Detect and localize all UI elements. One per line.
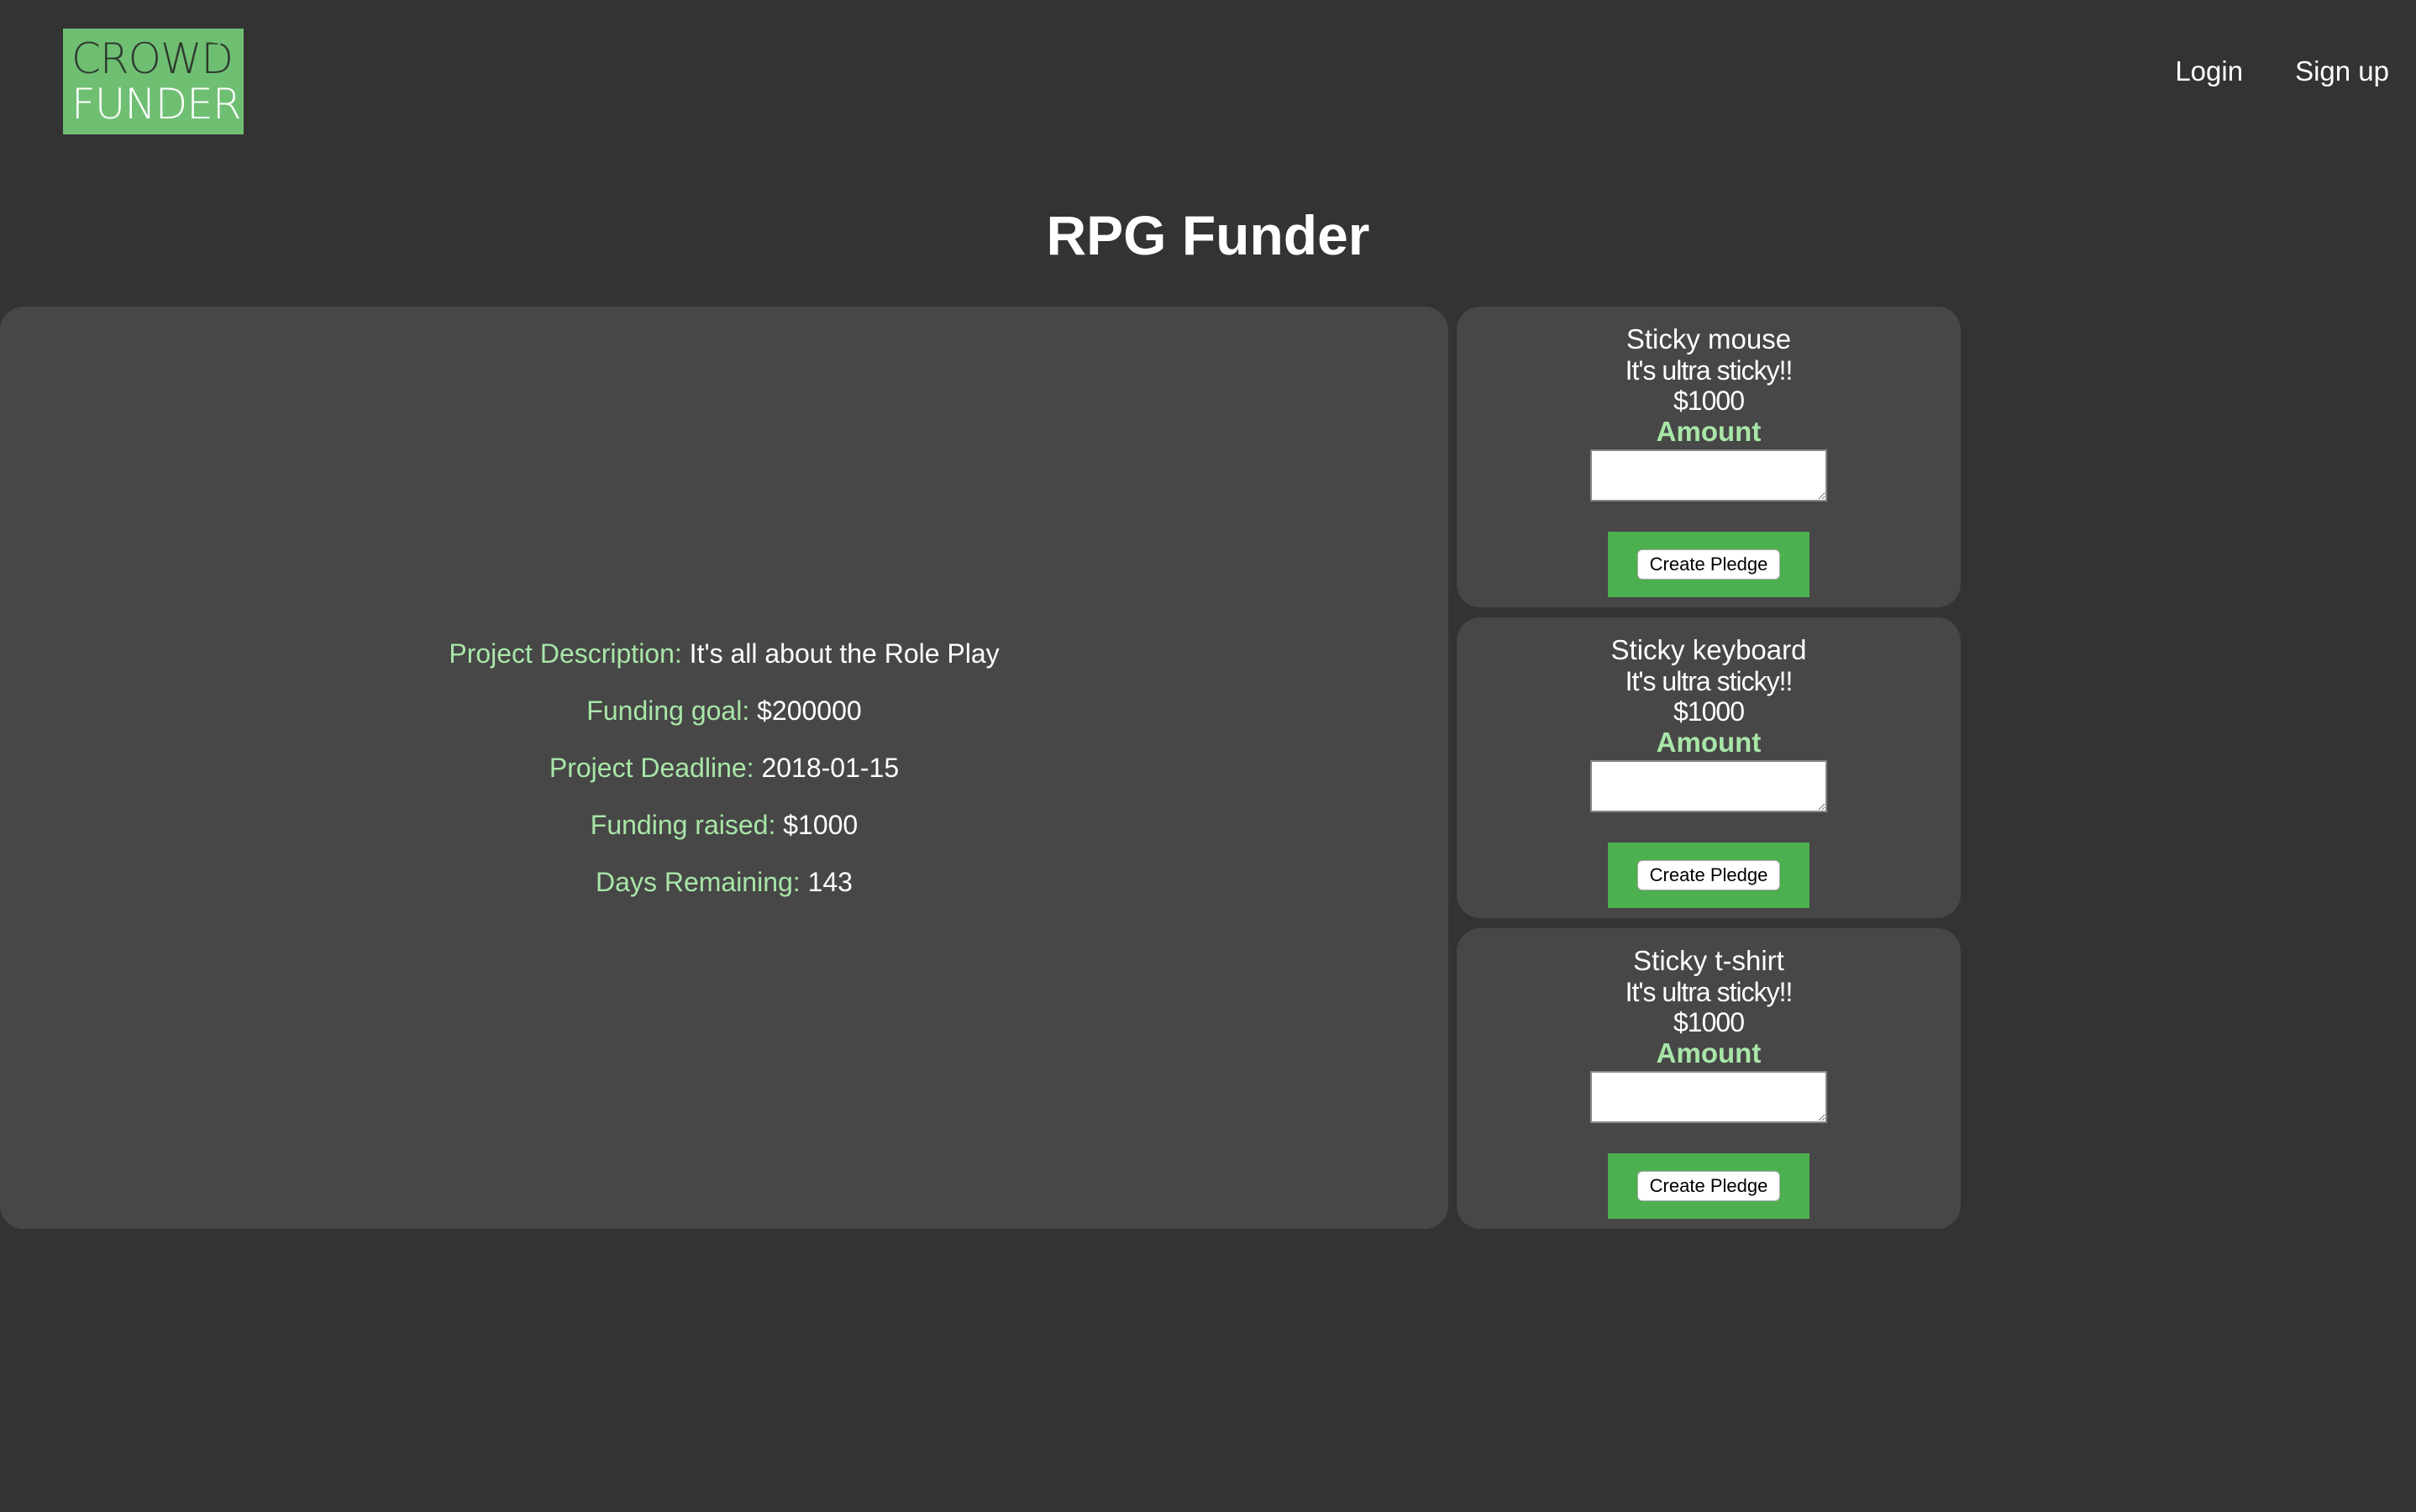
pledge-button-container: Create Pledge	[1608, 843, 1809, 908]
reward-price: $1000	[1673, 696, 1745, 727]
detail-label: Project Deadline:	[549, 753, 754, 783]
reward-card-sticky-mouse: Sticky mouse It's ultra sticky!! $1000 A…	[1457, 307, 1961, 607]
amount-label: Amount	[1656, 1037, 1762, 1068]
reward-card-sticky-tshirt: Sticky t-shirt It's ultra sticky!! $1000…	[1457, 928, 1961, 1229]
project-details-panel: Project Description: It's all about the …	[0, 307, 1448, 1229]
page-title: RPG Funder	[1046, 204, 1370, 266]
detail-label: Funding goal:	[586, 696, 750, 726]
reward-name: Sticky t-shirt	[1633, 945, 1784, 976]
create-pledge-button[interactable]: Create Pledge	[1636, 549, 1781, 580]
detail-value: 143	[807, 867, 853, 897]
project-description-row: Project Description: It's all about the …	[449, 637, 999, 670]
reward-description: It's ultra sticky!!	[1625, 355, 1794, 386]
pledge-button-container: Create Pledge	[1608, 532, 1809, 597]
amount-input[interactable]	[1590, 760, 1827, 812]
signup-link[interactable]: Sign up	[2295, 55, 2389, 87]
amount-input[interactable]	[1590, 449, 1827, 501]
reward-name: Sticky keyboard	[1610, 634, 1807, 665]
project-deadline-row: Project Deadline: 2018-01-15	[549, 751, 899, 785]
amount-label: Amount	[1656, 727, 1762, 758]
login-link[interactable]: Login	[2175, 55, 2243, 87]
funding-raised-row: Funding raised: $1000	[591, 808, 858, 842]
reward-card-sticky-keyboard: Sticky keyboard It's ultra sticky!! $100…	[1457, 617, 1961, 918]
days-remaining-row: Days Remaining: 143	[596, 865, 853, 899]
detail-value: 2018-01-15	[761, 753, 900, 783]
reward-price: $1000	[1673, 1007, 1745, 1037]
reward-name: Sticky mouse	[1626, 323, 1792, 354]
reward-price: $1000	[1673, 386, 1745, 416]
create-pledge-button[interactable]: Create Pledge	[1636, 860, 1781, 890]
reward-description: It's ultra sticky!!	[1625, 977, 1794, 1007]
sprout-icon	[197, 29, 242, 55]
amount-label: Amount	[1656, 416, 1762, 447]
header: CROWD FUNDER Login Sign up	[0, 0, 2416, 151]
detail-value: $1000	[783, 810, 859, 840]
funding-goal-row: Funding goal: $200000	[586, 694, 861, 727]
detail-value: $200000	[757, 696, 862, 726]
logo-text-funder: FUNDER	[71, 80, 242, 129]
top-nav: Login Sign up	[2175, 55, 2389, 87]
reward-description: It's ultra sticky!!	[1625, 666, 1794, 696]
pledge-button-container: Create Pledge	[1608, 1153, 1809, 1219]
amount-input[interactable]	[1590, 1071, 1827, 1123]
detail-value: It's all about the Role Play	[689, 638, 1000, 669]
crowdfunder-logo[interactable]: CROWD FUNDER	[63, 29, 244, 134]
create-pledge-button[interactable]: Create Pledge	[1636, 1171, 1781, 1201]
detail-label: Days Remaining:	[596, 867, 801, 897]
detail-label: Funding raised:	[590, 810, 776, 840]
detail-label: Project Description:	[449, 638, 682, 669]
